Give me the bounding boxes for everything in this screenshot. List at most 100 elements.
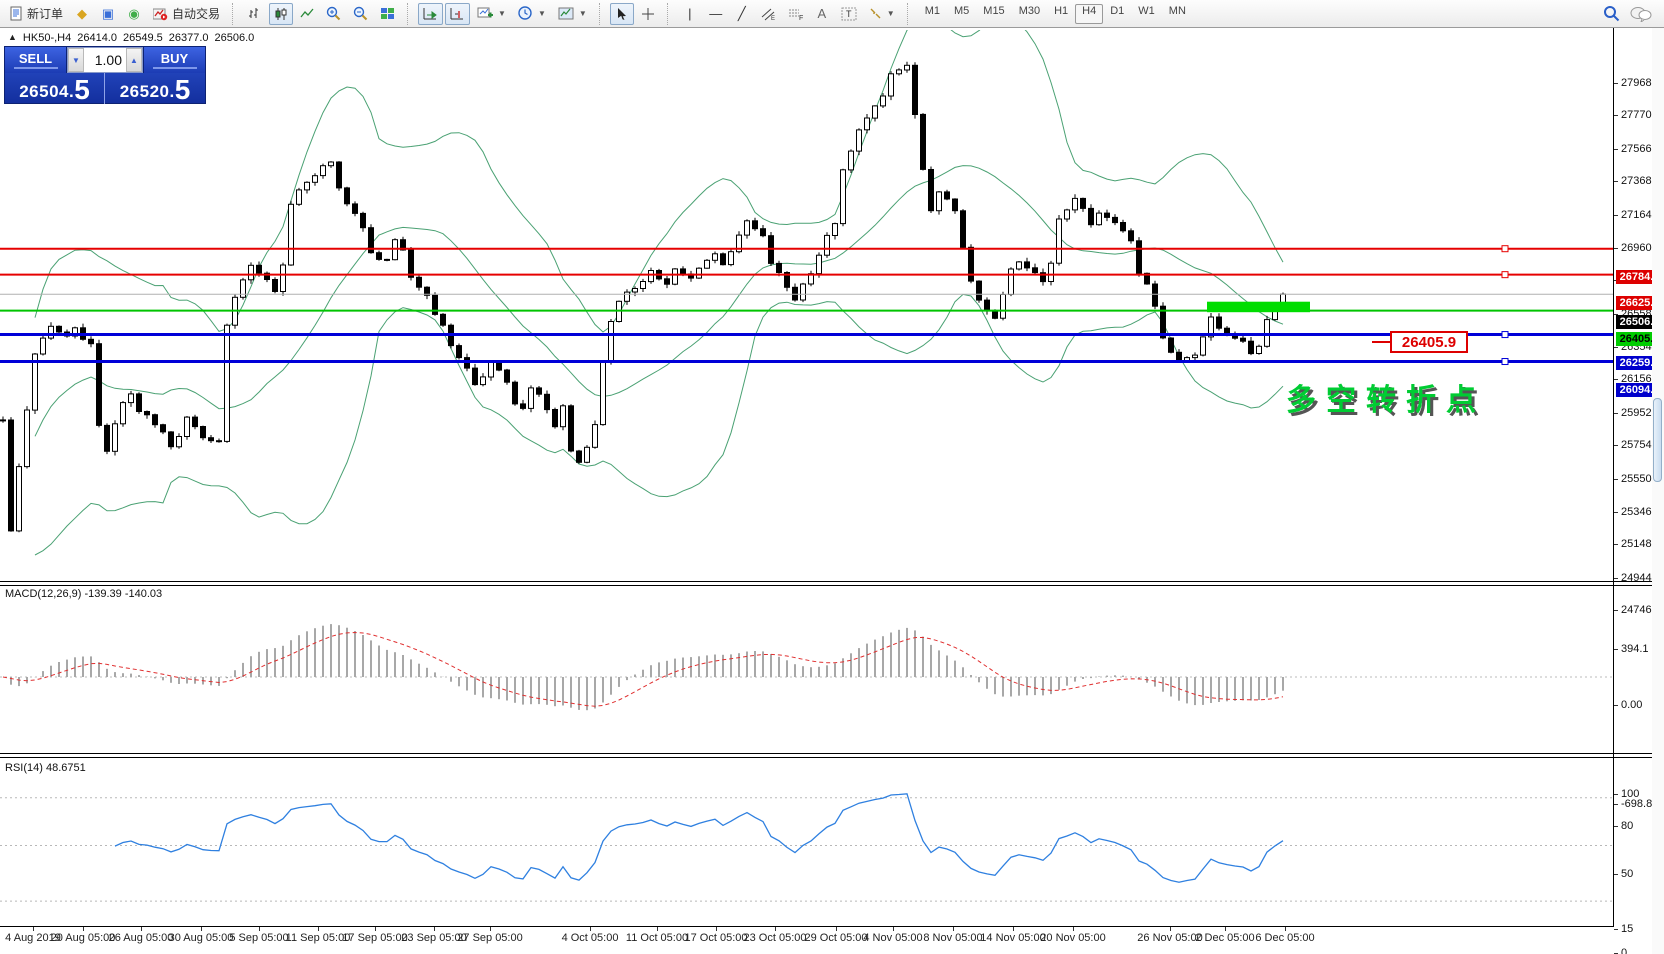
sell-button[interactable]: SELL bbox=[5, 47, 67, 73]
auto-scroll-button[interactable] bbox=[418, 3, 443, 25]
screens-icon: ▣ bbox=[102, 7, 114, 20]
line-handle[interactable] bbox=[1502, 332, 1508, 338]
market-watch-button[interactable]: ▣ bbox=[96, 3, 120, 25]
price-callout[interactable]: 26405.9 bbox=[1390, 331, 1468, 353]
macd-signal-line bbox=[3, 633, 1283, 707]
timeframe-h1[interactable]: H1 bbox=[1047, 4, 1075, 24]
time-label: 5 Sep 05:00 bbox=[229, 932, 288, 944]
axis-tick bbox=[1614, 479, 1618, 480]
zoom-in-button[interactable] bbox=[321, 3, 346, 25]
new-order-button[interactable]: 新订单 bbox=[4, 3, 68, 25]
axis-divider bbox=[1613, 28, 1614, 926]
volume-decrease-button[interactable]: ▼ bbox=[68, 48, 84, 72]
arrows-tool[interactable]: ▼ bbox=[864, 3, 900, 25]
crosshair-button[interactable] bbox=[636, 3, 660, 25]
cursor-button[interactable] bbox=[610, 3, 634, 25]
line-handle[interactable] bbox=[1502, 246, 1508, 252]
svg-text:F: F bbox=[799, 15, 803, 21]
signals-button[interactable]: ◉ bbox=[122, 3, 146, 25]
templates-button[interactable]: ▼ bbox=[553, 3, 592, 25]
line-chart-mode-button[interactable] bbox=[295, 3, 319, 25]
auto-trading-button[interactable]: 自动交易 bbox=[148, 3, 225, 25]
buy-button[interactable]: BUY bbox=[143, 47, 205, 73]
zoom-in-icon bbox=[326, 6, 341, 21]
axis-tick bbox=[1614, 929, 1618, 930]
bollinger-upper bbox=[35, 30, 1283, 332]
volume-increase-button[interactable]: ▲ bbox=[126, 48, 142, 72]
main-price-pane[interactable] bbox=[0, 30, 1614, 581]
candlestick-icon bbox=[274, 7, 288, 21]
search-icon[interactable] bbox=[1603, 5, 1620, 22]
vline-icon: | bbox=[688, 7, 691, 20]
periods-button[interactable]: ▼ bbox=[513, 3, 551, 25]
axis-tick bbox=[1614, 413, 1618, 414]
charts-button[interactable]: ◆ bbox=[70, 3, 94, 25]
label-tool[interactable]: T bbox=[836, 3, 862, 25]
timeframe-mn[interactable]: MN bbox=[1162, 4, 1193, 24]
line-handle[interactable] bbox=[1502, 272, 1508, 278]
candle-chart-mode-button[interactable] bbox=[269, 3, 293, 25]
sell-price[interactable]: 26504. 5 bbox=[5, 73, 105, 104]
timeframe-m30[interactable]: M30 bbox=[1012, 4, 1047, 24]
scrollbar-thumb[interactable] bbox=[1653, 398, 1662, 482]
text-tool[interactable]: A bbox=[810, 3, 834, 25]
collapse-panel-icon[interactable]: ▲ bbox=[8, 32, 17, 44]
close-value: 26506.0 bbox=[215, 32, 255, 44]
fibonacci-tool[interactable]: F bbox=[783, 3, 808, 25]
vertical-scrollbar[interactable] bbox=[1652, 28, 1664, 954]
time-axis[interactable]: 4 Aug 201920 Aug 05:0026 Aug 05:0030 Aug… bbox=[0, 926, 1614, 954]
zoom-out-button[interactable] bbox=[348, 3, 373, 25]
horizontal-line-tool[interactable]: — bbox=[704, 3, 728, 25]
tile-windows-button[interactable] bbox=[375, 3, 400, 25]
volume-input[interactable] bbox=[84, 48, 126, 72]
template-icon bbox=[558, 7, 574, 21]
time-label: 4 Oct 05:00 bbox=[562, 932, 619, 944]
time-tick bbox=[490, 927, 491, 931]
time-label: 26 Aug 05:00 bbox=[109, 932, 174, 944]
timeframe-d1[interactable]: D1 bbox=[1103, 4, 1131, 24]
axis-tick bbox=[1614, 544, 1618, 545]
axis-tick bbox=[1614, 705, 1618, 706]
axis-tick bbox=[1614, 826, 1618, 827]
arrows-icon bbox=[869, 7, 882, 20]
line-handle[interactable] bbox=[1502, 359, 1508, 365]
time-tick bbox=[375, 927, 376, 931]
tile-windows-icon bbox=[380, 7, 395, 21]
bar-chart-mode-button[interactable] bbox=[243, 3, 267, 25]
axis-tick bbox=[1614, 512, 1618, 513]
turning-point-annotation[interactable]: 多空转折点 bbox=[1286, 375, 1486, 419]
chart-window[interactable]: ▲ HK50-,H4 26414.0 26549.5 26377.0 26506… bbox=[0, 28, 1664, 954]
timeframe-m15[interactable]: M15 bbox=[976, 4, 1011, 24]
macd-pane[interactable] bbox=[0, 586, 1614, 753]
bar-chart-icon bbox=[248, 7, 262, 21]
caret-down-icon: ▼ bbox=[887, 9, 895, 18]
chat-icon[interactable] bbox=[1630, 6, 1652, 22]
clock-icon bbox=[518, 6, 533, 21]
axis-price-label: 50 bbox=[1621, 868, 1633, 880]
timeframe-m5[interactable]: M5 bbox=[947, 4, 976, 24]
axis-tick bbox=[1614, 794, 1618, 795]
time-label: 17 Sep 05:00 bbox=[342, 932, 407, 944]
symbol-period-label: HK50-,H4 bbox=[23, 32, 71, 44]
time-tick bbox=[201, 927, 202, 931]
label-icon: T bbox=[841, 7, 857, 21]
chart-shift-button[interactable] bbox=[445, 3, 470, 25]
time-label: 6 Dec 05:00 bbox=[1255, 932, 1314, 944]
new-chart-button[interactable]: ▼ bbox=[472, 3, 511, 25]
buy-price[interactable]: 26520. 5 bbox=[105, 73, 205, 104]
timeframe-m1[interactable]: M1 bbox=[918, 4, 947, 24]
buy-price-main: 26520. bbox=[120, 82, 175, 102]
timeframe-h4[interactable]: H4 bbox=[1075, 4, 1103, 24]
axis-tick bbox=[1614, 115, 1618, 116]
pane-splitter[interactable] bbox=[0, 753, 1664, 758]
channel-tool[interactable]: E bbox=[756, 3, 781, 25]
vertical-line-tool[interactable]: | bbox=[678, 3, 702, 25]
time-label: 30 Aug 05:00 bbox=[169, 932, 234, 944]
caret-down-icon: ▼ bbox=[579, 9, 587, 18]
separator bbox=[907, 3, 913, 25]
timeframe-w1[interactable]: W1 bbox=[1131, 4, 1162, 24]
rsi-pane[interactable] bbox=[0, 759, 1614, 926]
trendline-tool[interactable]: ╱ bbox=[730, 3, 754, 25]
buy-label: BUY bbox=[161, 51, 188, 66]
highlight-rectangle[interactable] bbox=[1207, 302, 1310, 313]
